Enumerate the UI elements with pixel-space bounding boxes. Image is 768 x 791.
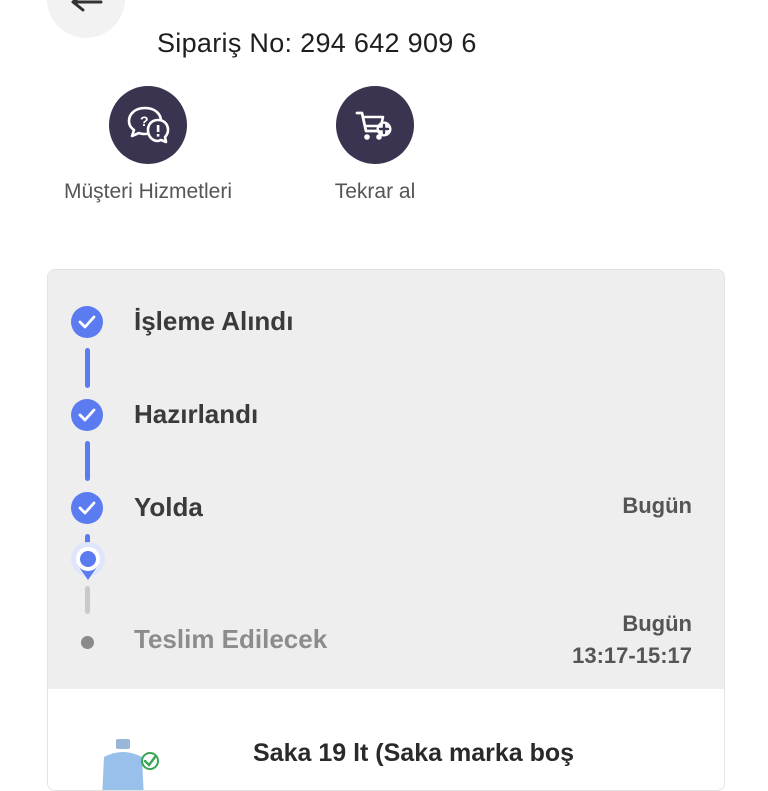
reorder-label: Tekrar al xyxy=(334,180,416,203)
step-check-icon xyxy=(71,492,103,524)
step-label-on-the-way: Yolda xyxy=(134,492,203,522)
step-date-on-the-way: Bugün xyxy=(622,493,692,518)
reorder-button[interactable]: Tekrar al xyxy=(327,86,423,204)
pending-step-dot xyxy=(81,636,94,649)
customer-service-icon-circle: ? xyxy=(109,86,187,164)
order-status-card: İşleme Alındı Hazırlandı Yolda Bugün Tes… xyxy=(47,269,725,791)
step-label-received: İşleme Alındı xyxy=(134,306,294,336)
step-connector xyxy=(85,348,90,388)
customer-service-label: Müşteri Hizmetleri xyxy=(63,180,233,203)
product-title: Saka 19 lt (Saka marka boş xyxy=(253,739,575,767)
delivery-window: Bugün 13:17-15:17 xyxy=(572,608,692,672)
step-label-prepared: Hazırlandı xyxy=(134,399,259,429)
step-check-icon xyxy=(71,399,103,431)
cart-add-icon xyxy=(355,111,392,140)
delivery-time: 13:17-15:17 xyxy=(572,643,692,668)
order-number: Sipariş No: 294 642 909 6 xyxy=(157,28,477,58)
customer-service-button[interactable]: ? Müşteri Hizmetleri xyxy=(47,86,249,204)
back-button[interactable] xyxy=(47,0,125,38)
delivery-date: Bugün xyxy=(622,611,692,636)
order-tracker: İşleme Alındı Hazırlandı Yolda Bugün Tes… xyxy=(48,270,724,689)
step-check-icon xyxy=(71,306,103,338)
product-item[interactable]: Saka 19 lt (Saka marka boş xyxy=(48,689,724,790)
step-label-to-be-delivered: Teslim Edilecek xyxy=(134,624,328,654)
step-connector-pending xyxy=(85,586,90,614)
step-connector xyxy=(85,441,90,481)
location-pin-icon xyxy=(71,542,105,580)
customer-service-chat-icon: ? xyxy=(127,106,170,144)
reorder-icon-circle xyxy=(336,86,414,164)
water-bottle-image xyxy=(102,739,159,790)
arrow-left-icon xyxy=(71,0,103,12)
